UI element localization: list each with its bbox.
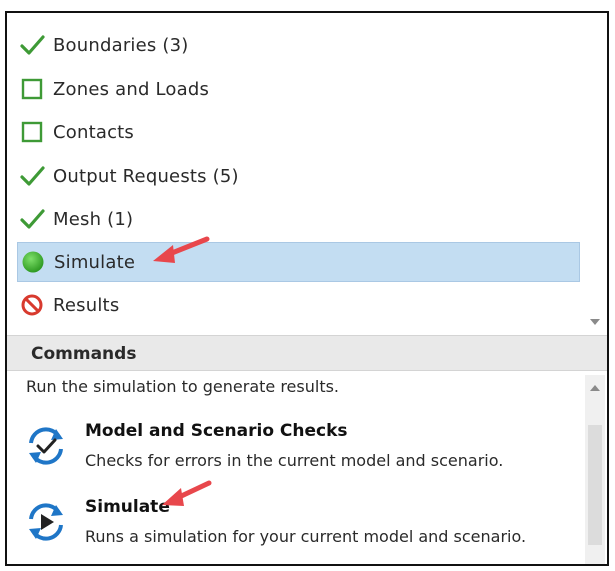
commands-description: Run the simulation to generate results. <box>26 377 340 396</box>
workflow-scrollbar[interactable] <box>585 13 605 333</box>
workflow-list: Boundaries (3) Zones and Loads Contacts … <box>7 13 607 335</box>
command-text: Runs a simulation for your current model… <box>85 527 527 546</box>
workflow-item-simulate[interactable]: Simulate <box>17 242 580 282</box>
green-circle-icon <box>20 249 46 275</box>
workflow-item-results[interactable]: Results <box>17 285 580 325</box>
commands-header-label: Commands <box>31 344 137 364</box>
workflow-item-label: Boundaries (3) <box>53 34 189 56</box>
commands-scrollbar[interactable] <box>585 375 605 564</box>
command-model-and-scenario-checks[interactable]: Model and Scenario Checks Checks for err… <box>23 421 583 481</box>
no-entry-icon <box>19 292 45 318</box>
check-icon <box>19 206 45 232</box>
annotation-arrow-icon <box>162 480 212 506</box>
check-icon <box>19 163 45 189</box>
workflow-item-label: Contacts <box>53 121 135 143</box>
workflow-item-label: Results <box>53 294 120 316</box>
scrollbar-thumb[interactable] <box>588 425 602 545</box>
workflow-item-label: Output Requests (5) <box>53 165 239 187</box>
workflow-panel: Boundaries (3) Zones and Loads Contacts … <box>5 11 609 566</box>
refresh-check-icon <box>23 423 69 469</box>
scroll-up-icon[interactable] <box>590 385 600 391</box>
workflow-item-mesh[interactable]: Mesh (1) <box>17 199 580 239</box>
workflow-item-zones-and-loads[interactable]: Zones and Loads <box>17 69 580 109</box>
command-title: Model and Scenario Checks <box>85 421 348 441</box>
workflow-item-label: Mesh (1) <box>53 208 134 230</box>
refresh-play-icon <box>23 499 69 545</box>
workflow-item-label: Zones and Loads <box>53 78 210 100</box>
commands-header: Commands <box>7 335 607 371</box>
command-text: Checks for errors in the current model a… <box>85 451 504 470</box>
workflow-item-output-requests[interactable]: Output Requests (5) <box>17 156 580 196</box>
empty-square-icon <box>19 119 45 145</box>
workflow-item-boundaries[interactable]: Boundaries (3) <box>17 25 580 65</box>
command-simulate[interactable]: Simulate Runs a simulation for your curr… <box>23 497 583 557</box>
workflow-item-contacts[interactable]: Contacts <box>17 112 580 152</box>
scroll-down-icon[interactable] <box>590 319 600 325</box>
annotation-arrow-icon <box>153 236 210 263</box>
empty-square-icon <box>19 76 45 102</box>
workflow-item-label: Simulate <box>54 251 136 273</box>
check-icon <box>19 32 45 58</box>
